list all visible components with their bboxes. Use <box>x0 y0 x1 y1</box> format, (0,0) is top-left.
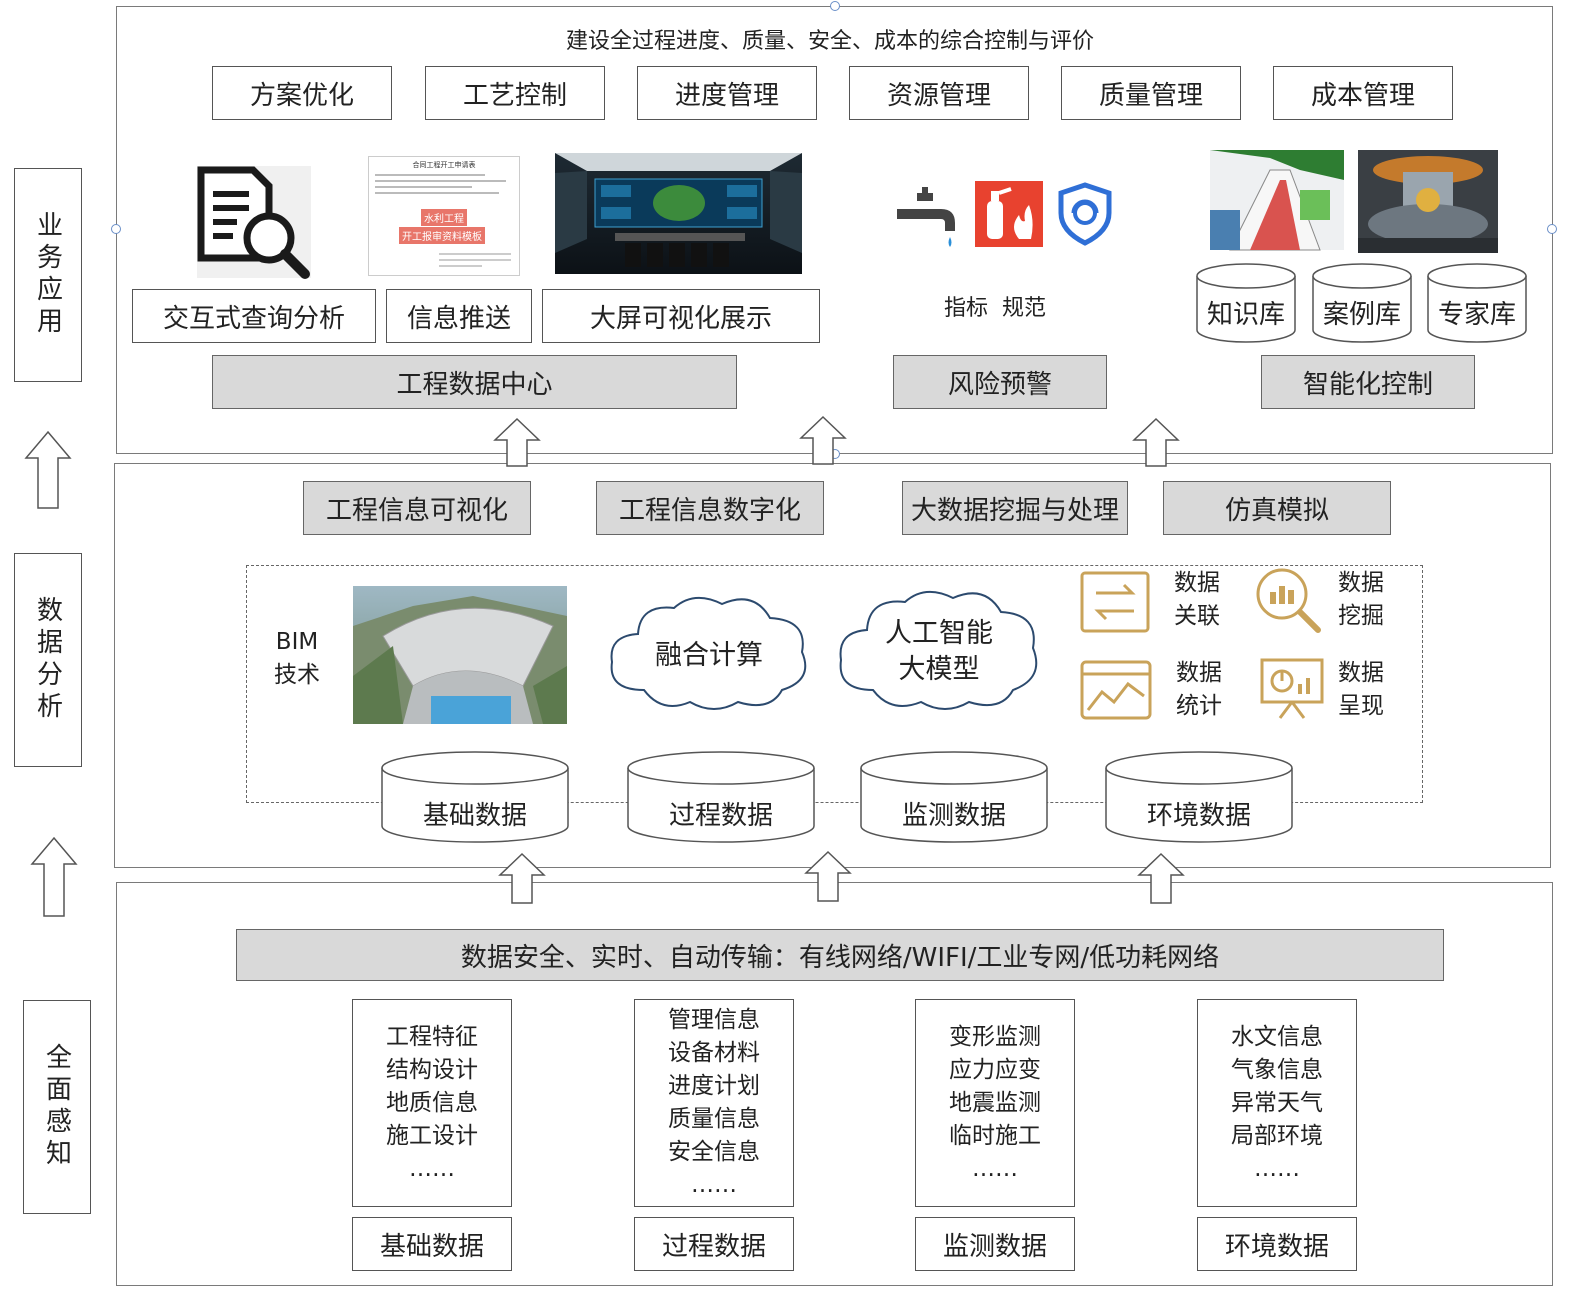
up-arrow-3 <box>1132 417 1180 467</box>
list-item: 气象信息 <box>1231 1056 1323 1083</box>
box-resource-management: 资源管理 <box>849 66 1029 120</box>
box-intelligent-control: 智能化控制 <box>1261 355 1475 409</box>
box-engineering-data-center: 工程数据中心 <box>212 355 737 409</box>
dam-aerial-photo <box>353 586 567 724</box>
side-label-business-text: 业务应用 <box>32 211 63 339</box>
db-environment-label: 环境数据 <box>1146 800 1251 831</box>
data-presentation-label: 数据 呈现 <box>1338 660 1384 719</box>
list-item: 异常天气 <box>1231 1089 1323 1116</box>
repo-case-label: 案例库 <box>1322 299 1401 330</box>
list-item: 结构设计 <box>386 1056 478 1083</box>
list-item: 施工设计 <box>386 1122 478 1149</box>
selection-handle-right[interactable] <box>1547 224 1557 234</box>
up-arrow-4 <box>498 852 546 904</box>
list-item: 地质信息 <box>386 1089 478 1116</box>
label-monitoring-data: 监测数据 <box>915 1217 1075 1271</box>
list-item: 安全信息 <box>668 1139 760 1165</box>
list-item: 变形监测 <box>949 1023 1041 1050</box>
list-item: …… <box>409 1155 455 1182</box>
list-item: …… <box>691 1172 737 1198</box>
box-info-digitization: 工程信息数字化 <box>596 481 824 535</box>
box-info-visualization: 工程信息可视化 <box>303 481 531 535</box>
list-environment-data: 水文信息 气象信息 异常天气 局部环境 …… <box>1197 999 1357 1207</box>
box-quality-management: 质量管理 <box>1061 66 1241 120</box>
data-mining-label: 数据 挖掘 <box>1338 570 1384 629</box>
label-process-data: 过程数据 <box>634 1217 794 1271</box>
up-arrow-6 <box>1137 852 1185 904</box>
cloud-fusion-computing-label: 融合计算 <box>655 639 763 671</box>
thumbnail-text-lines <box>375 174 513 194</box>
fire-extinguisher-icon <box>975 181 1043 247</box>
list-process-data: 管理信息 设备材料 进度计划 质量信息 安全信息 …… <box>634 999 794 1207</box>
thumbnail-footer-lines <box>439 249 511 271</box>
box-big-data-mining: 大数据挖掘与处理 <box>902 481 1128 535</box>
list-item: 应力应变 <box>949 1056 1041 1083</box>
data-statistics-icon <box>1080 660 1152 720</box>
label-basic-data: 基础数据 <box>352 1217 512 1271</box>
document-search-icon <box>197 166 311 279</box>
list-item: …… <box>972 1155 1018 1182</box>
repo-expert-label: 专家库 <box>1437 299 1516 330</box>
side-label-perception-text: 全面感知 <box>41 1043 72 1171</box>
box-simulation: 仿真模拟 <box>1163 481 1391 535</box>
turbine-model-photo <box>1358 150 1498 253</box>
side-label-perception: 全面感知 <box>23 1000 91 1214</box>
label-environment-data: 环境数据 <box>1197 1217 1357 1271</box>
up-arrow-2 <box>799 415 847 465</box>
repo-knowledge-label: 知识库 <box>1206 299 1285 330</box>
list-item: 局部环境 <box>1231 1122 1323 1149</box>
list-monitoring-data: 变形监测 应力应变 地震监测 临时施工 …… <box>915 999 1075 1207</box>
dam-model-photo <box>1210 150 1344 251</box>
selection-handle-top[interactable] <box>830 1 840 11</box>
db-process-label: 过程数据 <box>668 800 773 831</box>
bim-label: BIM 技术 <box>274 629 320 688</box>
list-item: …… <box>1254 1155 1300 1182</box>
list-item: 工程特征 <box>386 1023 478 1050</box>
application-form-thumbnail: 合同工程开工申请表 水利工程 开工报审资料模板 <box>368 156 520 276</box>
box-big-screen: 大屏可视化展示 <box>542 289 820 343</box>
standards-label: 指标 规范 <box>944 296 1046 321</box>
data-mining-icon <box>1256 568 1321 633</box>
side-up-arrow-upper <box>24 430 72 509</box>
thumbnail-tag-2: 开工报审资料模板 <box>399 227 485 244</box>
box-risk-warning: 风险预警 <box>893 355 1107 409</box>
list-item: 地震监测 <box>949 1089 1041 1116</box>
data-presentation-icon <box>1260 658 1324 719</box>
thumbnail-title: 合同工程开工申请表 <box>412 161 476 169</box>
selection-handle-left[interactable] <box>111 224 121 234</box>
water-tap-icon <box>897 187 955 247</box>
side-up-arrow-lower <box>30 836 78 917</box>
side-label-analysis-text: 数据分析 <box>32 596 63 724</box>
control-room-image <box>555 153 802 274</box>
box-cost-management: 成本管理 <box>1273 66 1453 120</box>
box-interactive-query: 交互式查询分析 <box>132 289 376 343</box>
business-title: 建设全过程进度、质量、安全、成本的综合控制与评价 <box>565 29 1094 54</box>
safety-shield-icon <box>1058 182 1112 246</box>
box-info-push: 信息推送 <box>386 289 532 343</box>
db-basic-label: 基础数据 <box>422 800 527 831</box>
thumbnail-tag-1: 水利工程 <box>421 209 467 226</box>
data-association-icon <box>1080 571 1150 633</box>
side-label-analysis: 数据分析 <box>14 553 82 767</box>
box-process-control: 工艺控制 <box>425 66 605 120</box>
list-item: 水文信息 <box>1231 1023 1323 1050</box>
list-basic-data: 工程特征 结构设计 地质信息 施工设计 …… <box>352 999 512 1207</box>
box-scheme-optimization: 方案优化 <box>212 66 392 120</box>
box-progress-management: 进度管理 <box>637 66 817 120</box>
side-label-business: 业务应用 <box>14 168 82 382</box>
list-item: 进度计划 <box>668 1073 760 1099</box>
cloud-ai-model-label: 人工智能 大模型 <box>885 618 993 685</box>
data-statistics-label: 数据 统计 <box>1176 660 1222 719</box>
up-arrow-5 <box>804 850 852 902</box>
list-item: 设备材料 <box>668 1040 760 1066</box>
list-item: 质量信息 <box>668 1106 760 1132</box>
db-monitoring-label: 监测数据 <box>901 800 1006 831</box>
up-arrow-1 <box>493 417 541 467</box>
network-transmission-bar: 数据安全、实时、自动传输：有线网络/WIFI/工业专网/低功耗网络 <box>236 929 1444 981</box>
list-item: 临时施工 <box>949 1122 1041 1149</box>
data-association-label: 数据 关联 <box>1174 570 1220 629</box>
list-item: 管理信息 <box>668 1007 760 1033</box>
